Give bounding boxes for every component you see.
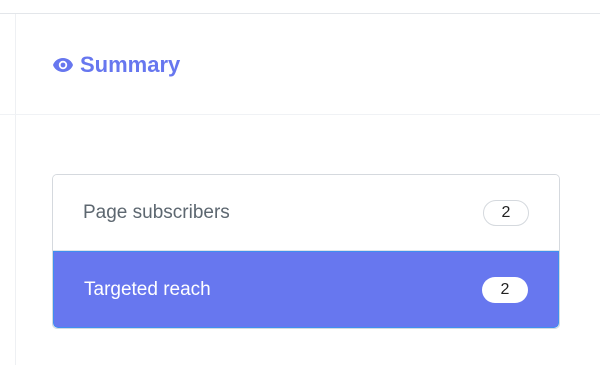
list-item-page-subscribers[interactable]: Page subscribers 2 [53, 175, 559, 251]
count-badge: 2 [482, 276, 528, 303]
summary-title: Summary [80, 52, 181, 77]
top-border [0, 0, 600, 14]
list-item-label: Targeted reach [84, 278, 211, 300]
eye-icon [52, 57, 74, 73]
header-divider [0, 114, 600, 115]
list-item-label: Page subscribers [83, 201, 230, 223]
summary-list: Page subscribers 2 Targeted reach 2 [52, 174, 560, 329]
count-badge: 2 [483, 199, 529, 226]
list-item-targeted-reach[interactable]: Targeted reach 2 [53, 251, 559, 328]
summary-panel: Summary Page subscribers 2 Targeted reac… [0, 0, 600, 365]
left-border [15, 14, 16, 365]
summary-heading: Summary [52, 51, 180, 79]
